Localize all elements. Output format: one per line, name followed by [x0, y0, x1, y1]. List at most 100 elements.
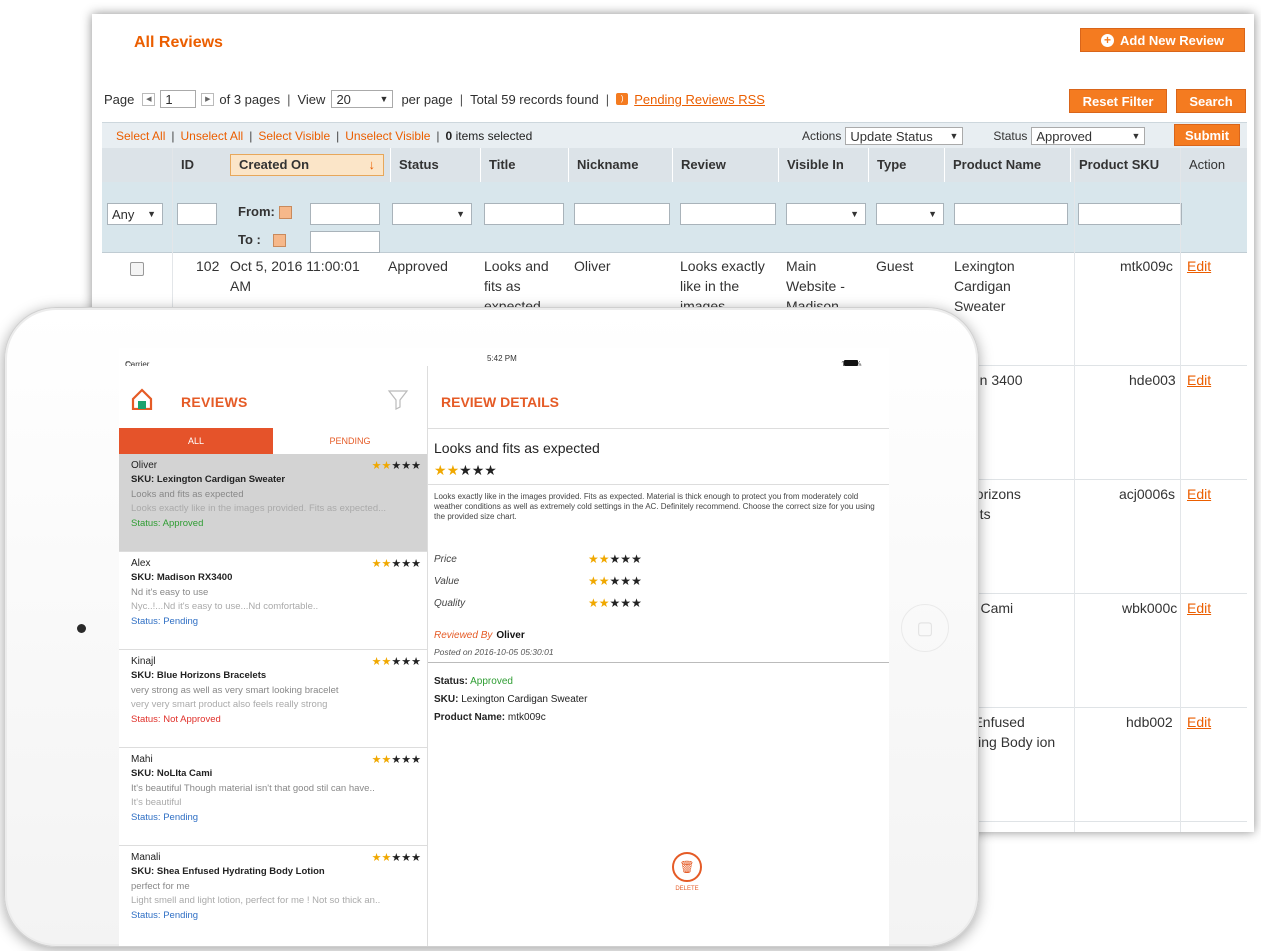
col-nickname[interactable]: Nickname	[568, 148, 672, 182]
detail-product-name: Product Name: mtk009c	[434, 712, 546, 723]
search-button[interactable]: Search	[1176, 89, 1246, 113]
date-from-input[interactable]	[310, 203, 380, 225]
select-visible-link[interactable]: Select Visible	[258, 129, 330, 143]
cell-created-on: Oct 5, 2016 11:00:01 AM	[230, 258, 360, 294]
any-select[interactable]: Any ▼	[107, 203, 163, 225]
unselect-visible-link[interactable]: Unselect Visible	[345, 129, 430, 143]
star-filled-icon: ★	[598, 552, 610, 566]
visible-in-filter-select[interactable]: ▼	[786, 203, 866, 225]
col-id[interactable]: ID	[172, 148, 224, 182]
review-title: very strong as well as very smart lookin…	[131, 685, 339, 696]
review-sku: SKU: Lexington Cardigan Sweater	[131, 474, 286, 485]
row-checkbox[interactable]	[130, 262, 144, 276]
mass-action-controls: Actions Update Status ▼ Status Approved …	[802, 127, 1146, 145]
pending-reviews-rss-link[interactable]: Pending Reviews RSS	[634, 92, 765, 107]
rss-icon: )	[616, 93, 629, 105]
star-empty-icon: ★	[411, 460, 421, 472]
metric-value-label: Value	[434, 576, 460, 587]
star-filled-icon: ★	[381, 852, 392, 864]
star-empty-icon: ★	[631, 552, 642, 566]
actions-select[interactable]: Update Status ▼	[845, 127, 964, 145]
plus-icon: +	[1100, 33, 1114, 47]
actions-select-value: Update Status	[850, 128, 933, 144]
col-type[interactable]: Type	[868, 148, 944, 182]
reviews-list-pane: REVIEWS ALL PENDING Oliver ★★★★★ SKU: Le…	[119, 366, 428, 946]
star-empty-icon: ★	[391, 558, 402, 570]
star-empty-icon: ★	[459, 462, 472, 478]
select-all-link[interactable]: Select All	[116, 129, 165, 143]
review-list-item[interactable]: Manali ★★★★★ SKU: Shea Enfused Hydrating…	[119, 846, 427, 946]
tab-pending[interactable]: PENDING	[273, 428, 427, 454]
add-new-review-button[interactable]: + Add New Review	[1080, 28, 1245, 52]
delete-button[interactable]: 🗑	[672, 852, 702, 882]
delete-label: DELETE	[675, 886, 699, 892]
type-filter-select[interactable]: ▼	[876, 203, 944, 225]
col-created-on[interactable]: Created On ↓	[230, 154, 384, 176]
view-select-value: 20	[336, 91, 351, 107]
product-sku-filter-input[interactable]	[1078, 203, 1182, 225]
review-sku: SKU: Shea Enfused Hydrating Body Lotion	[131, 866, 325, 877]
star-empty-icon: ★	[391, 852, 402, 864]
to-label: To :	[238, 232, 286, 248]
col-product-sku[interactable]: Product SKU	[1070, 148, 1180, 182]
to-label-text: To :	[238, 232, 261, 247]
unselect-all-link[interactable]: Unselect All	[180, 129, 243, 143]
page-title: All Reviews	[134, 34, 223, 51]
view-select[interactable]: 20 ▼	[331, 90, 394, 108]
reset-filter-button[interactable]: Reset Filter	[1069, 89, 1167, 113]
review-list-item[interactable]: Mahi ★★★★★ SKU: NoLIta Cami It's beautif…	[119, 748, 427, 846]
status-select[interactable]: Approved ▼	[1031, 127, 1146, 145]
detail-status-value: Approved	[470, 676, 513, 687]
review-title: Nd it's easy to use	[131, 587, 209, 598]
edit-link[interactable]: Edit	[1187, 598, 1211, 618]
next-page-icon[interactable]: ▶	[201, 92, 215, 106]
date-to-input[interactable]	[310, 231, 380, 253]
cell-nickname: Oliver	[574, 258, 611, 274]
tab-all[interactable]: ALL	[119, 428, 273, 454]
quality-stars-icon: ★★★★★	[588, 596, 642, 610]
review-list-item[interactable]: Kinajl ★★★★★ SKU: Blue Horizons Bracelet…	[119, 650, 427, 748]
star-empty-icon: ★	[391, 754, 402, 766]
col-title[interactable]: Title	[480, 148, 568, 182]
reviewed-by: Reviewed By Oliver	[434, 630, 525, 641]
detail-status: Status: Approved	[434, 676, 513, 687]
page-input[interactable]: 1	[160, 90, 197, 108]
star-empty-icon: ★	[391, 656, 402, 668]
product-name-filter-input[interactable]	[954, 203, 1068, 225]
review-filter-input[interactable]	[680, 203, 776, 225]
trash-icon: 🗑	[679, 860, 695, 874]
edit-link[interactable]: Edit	[1187, 712, 1211, 732]
calendar-icon[interactable]	[272, 234, 286, 248]
cell-product-sku: hde003	[1129, 372, 1176, 388]
col-review[interactable]: Review	[672, 148, 778, 182]
col-visible-in[interactable]: Visible In	[778, 148, 868, 182]
edit-link[interactable]: Edit	[1187, 370, 1211, 390]
calendar-icon[interactable]	[278, 206, 292, 220]
star-empty-icon: ★	[401, 656, 412, 668]
star-empty-icon: ★	[391, 460, 402, 472]
actions-label: Actions	[802, 129, 842, 143]
nickname-filter-input[interactable]	[574, 203, 670, 225]
status-filter-select[interactable]: ▼	[392, 203, 472, 225]
col-product-name[interactable]: Product Name	[944, 148, 1070, 182]
edit-link[interactable]: Edit	[1187, 256, 1211, 276]
rating-stars-icon: ★★★★★	[372, 557, 421, 570]
detail-sku-value: Lexington Cardigan Sweater	[461, 694, 588, 705]
id-filter-input[interactable]	[177, 203, 217, 225]
filter-icon[interactable]	[387, 388, 409, 410]
edit-link[interactable]: Edit	[1187, 484, 1211, 504]
total-records-text: Total 59 records found	[470, 91, 599, 107]
review-sku: SKU: NoLIta Cami	[131, 768, 213, 779]
star-empty-icon: ★	[401, 460, 412, 472]
submit-button[interactable]: Submit	[1174, 124, 1240, 146]
col-status[interactable]: Status	[390, 148, 480, 182]
star-filled-icon: ★	[371, 754, 382, 766]
title-filter-input[interactable]	[484, 203, 564, 225]
review-list-item[interactable]: Oliver ★★★★★ SKU: Lexington Cardigan Swe…	[119, 454, 427, 552]
items-selected-text: 0 items selected	[446, 129, 533, 143]
review-title: It's beautiful Though material isn't tha…	[131, 783, 375, 794]
prev-page-icon[interactable]: ◀	[142, 92, 156, 106]
detail-sku: SKU: Lexington Cardigan Sweater	[434, 694, 587, 705]
review-list-item[interactable]: Alex ★★★★★ SKU: Madison RX3400 Nd it's e…	[119, 552, 427, 650]
star-empty-icon: ★	[401, 852, 412, 864]
